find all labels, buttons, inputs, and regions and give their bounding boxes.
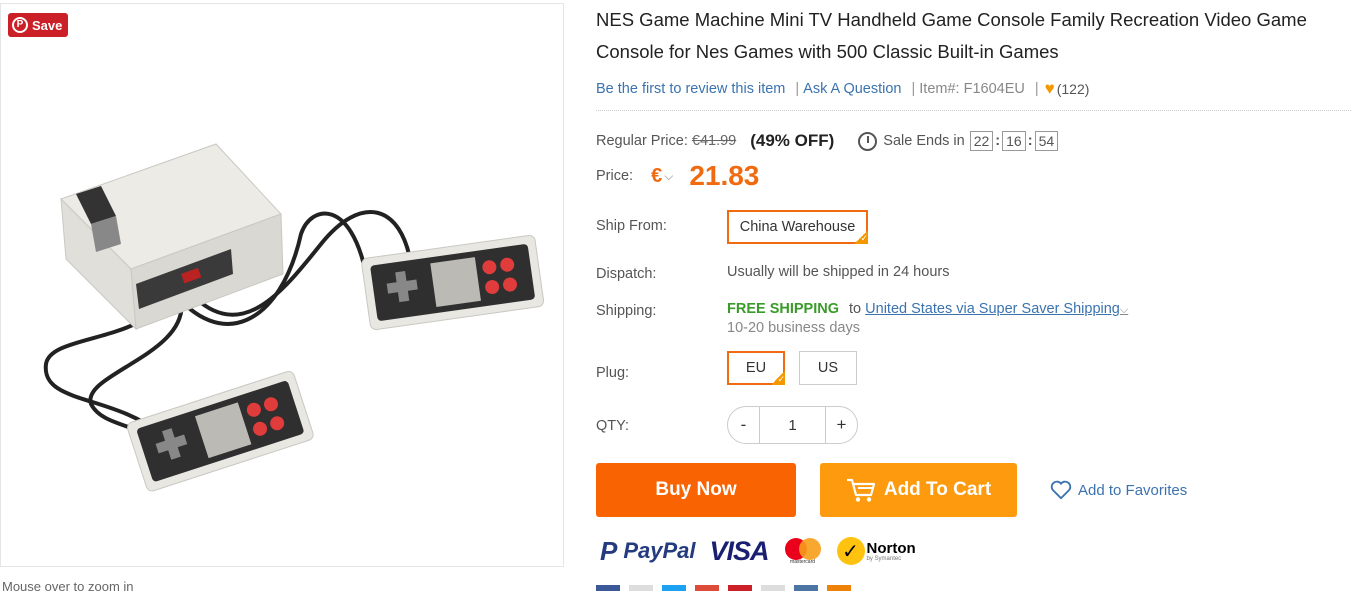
ship-from-option-china-warehouse[interactable]: China Warehouse [727, 210, 868, 244]
norton-subtext: by Symantec [866, 555, 902, 562]
product-image[interactable] [21, 124, 546, 524]
ok-share-icon[interactable] [827, 585, 851, 591]
plug-option-us[interactable]: US [799, 351, 857, 385]
pinterest-share-icon[interactable] [728, 585, 752, 591]
divider: | [795, 81, 800, 97]
divider: | [911, 81, 916, 97]
review-link[interactable]: Be the first to review this item [596, 81, 785, 97]
ship-from-label: Ship From: [596, 218, 667, 234]
facebook-share-icon[interactable] [596, 585, 620, 591]
ask-question-link[interactable]: Ask A Question [803, 81, 901, 97]
norton-text: Norton [866, 539, 916, 557]
buy-now-label: Buy Now [655, 479, 737, 500]
chevron-down-icon[interactable]: ⌵ [1120, 304, 1128, 316]
countdown-separator: : [1027, 133, 1033, 149]
pinterest-save-label: Save [32, 17, 63, 33]
regular-price-value: €41.99 [691, 133, 737, 149]
shipping-to-label: to [849, 301, 862, 317]
favorites-count: (122) [1056, 81, 1090, 97]
divider-line [596, 110, 1351, 111]
twitter-share-icon[interactable] [662, 585, 686, 591]
regular-price-label: Regular Price: [596, 133, 688, 149]
paypal-icon: P [600, 535, 618, 566]
payment-logos: P PayPal VISA mastercard ✓ Norton by Sym… [600, 534, 916, 568]
delivery-time: 10-20 business days [727, 320, 860, 336]
shipping-destination-selector[interactable]: United States via Super Saver Shipping [865, 301, 1120, 317]
share-icon[interactable] [761, 585, 785, 591]
product-gallery[interactable]: P Save [0, 3, 564, 567]
add-to-cart-label: Add To Cart [883, 479, 992, 500]
qty-label: QTY: [596, 418, 630, 434]
item-number: Item#: F1604EU [919, 81, 1025, 97]
paypal-text: PayPal [623, 538, 696, 563]
countdown-minutes: 16 [1002, 131, 1026, 151]
product-title: NES Game Machine Mini TV Handheld Game C… [596, 9, 1307, 62]
visa-logo: VISA [709, 535, 770, 566]
checkmark-icon: ✓ [836, 537, 865, 565]
plug-option-eu[interactable]: EU [727, 351, 785, 385]
norton-logo: ✓ Norton by Symantec [836, 537, 916, 565]
countdown-separator: : [995, 133, 1001, 149]
chevron-down-icon[interactable]: ⌵ [664, 169, 673, 184]
regular-price-row: Regular Price: €41.99 (49% OFF) Sale End… [596, 131, 1059, 151]
add-to-favorites-link[interactable]: Add to Favorites [1050, 480, 1187, 500]
discount-badge: (49% OFF) [750, 131, 835, 150]
add-to-favorites-label: Add to Favorites [1078, 481, 1188, 499]
price-row: Price: € ⌵ 21.83 [596, 160, 759, 192]
cart-icon [846, 478, 875, 502]
currency-selector[interactable]: € [651, 165, 662, 188]
qty-decrease-button[interactable]: - [728, 407, 759, 443]
dispatch-value: Usually will be shipped in 24 hours [727, 264, 950, 280]
share-buttons [596, 585, 851, 591]
shipping-label: Shipping: [596, 303, 657, 319]
google-share-icon[interactable] [695, 585, 719, 591]
sale-ends-label: Sale Ends in [883, 133, 965, 149]
pinterest-icon: P [12, 17, 28, 33]
countdown-seconds: 54 [1034, 131, 1059, 151]
qty-input[interactable]: 1 [759, 407, 826, 443]
product-meta: Be the first to review this item | Ask A… [596, 79, 1089, 99]
heart-icon[interactable]: ♥ [1045, 79, 1055, 99]
shipping-info: FREE SHIPPING to United States via Super… [727, 301, 1128, 317]
quantity-stepper: - 1 + [727, 406, 858, 444]
vk-share-icon[interactable] [794, 585, 818, 591]
add-to-cart-button[interactable]: Add To Cart [820, 463, 1017, 517]
heart-outline-icon [1050, 480, 1072, 500]
buy-now-button[interactable]: Buy Now [596, 463, 796, 517]
share-icon[interactable] [629, 585, 653, 591]
price-label: Price: [596, 168, 634, 184]
free-shipping-badge: FREE SHIPPING [727, 301, 839, 317]
plug-label: Plug: [596, 365, 630, 381]
mastercard-logo: mastercard [783, 536, 823, 566]
divider: | [1034, 81, 1039, 97]
paypal-logo: P PayPal [600, 536, 696, 567]
price-value: 21.83 [689, 160, 760, 191]
countdown-hours: 22 [969, 131, 994, 151]
pinterest-save-button[interactable]: P Save [8, 13, 69, 37]
qty-increase-button[interactable]: + [826, 407, 857, 443]
clock-icon [858, 131, 878, 151]
zoom-hint: Mouse over to zoom in [2, 579, 134, 591]
dispatch-label: Dispatch: [596, 266, 657, 282]
mastercard-text: mastercard [790, 559, 816, 565]
